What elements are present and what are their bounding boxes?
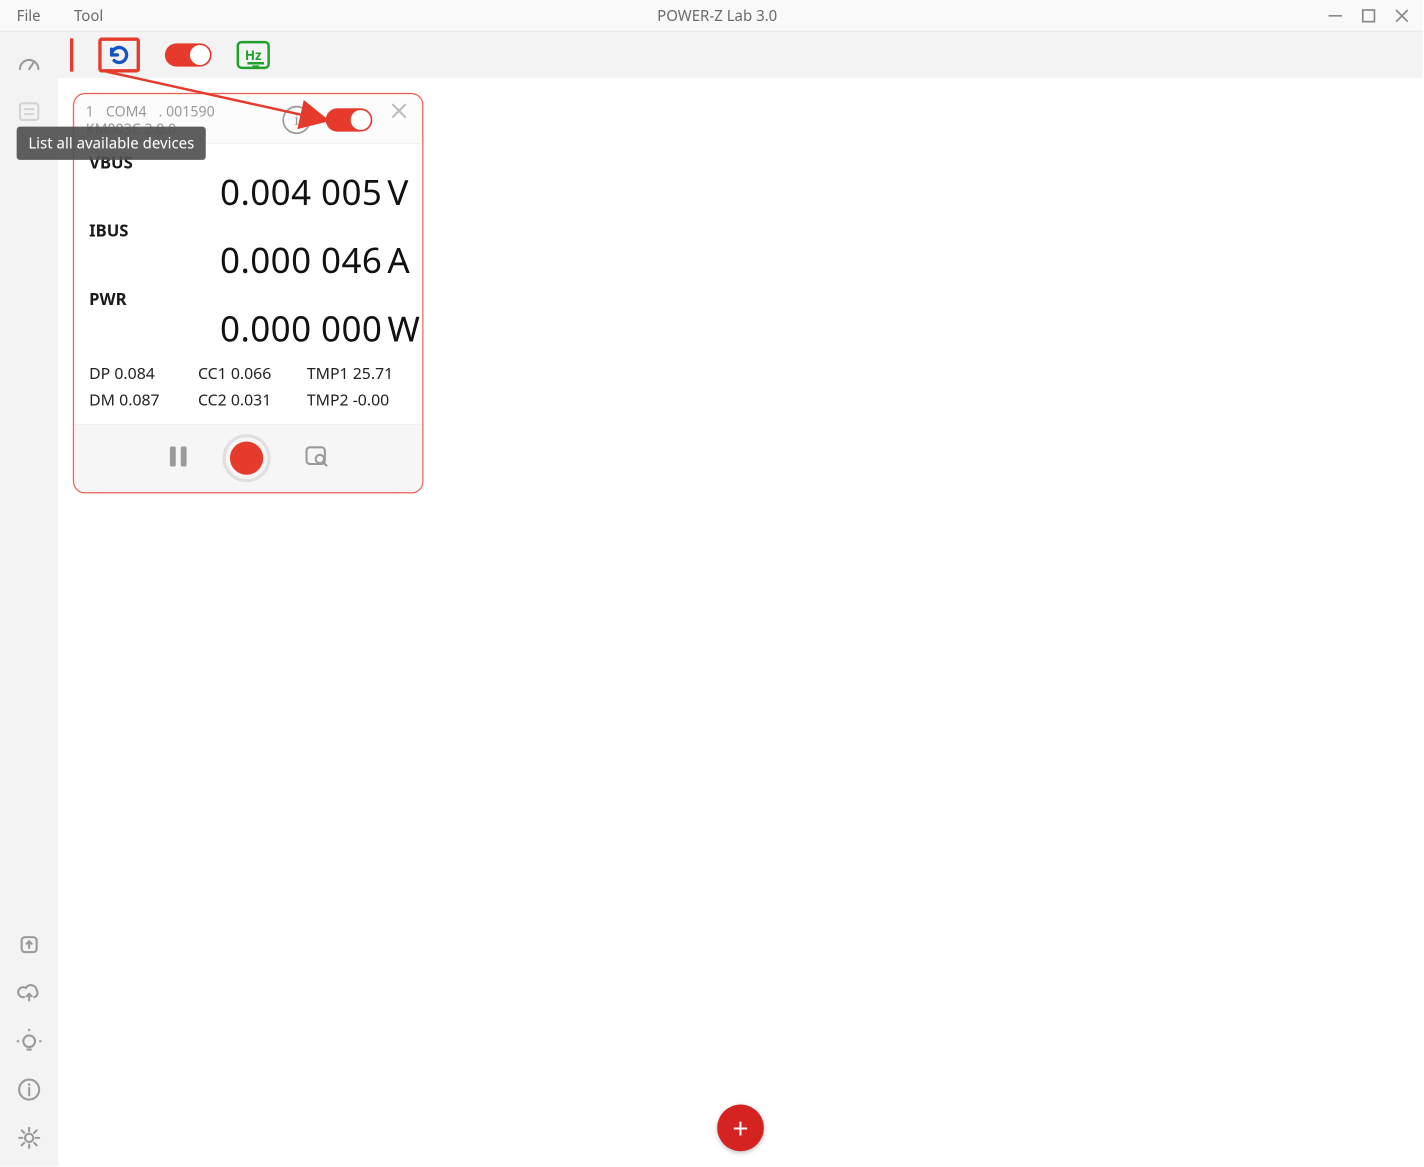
idea-icon[interactable] bbox=[12, 1025, 45, 1058]
cc2-value: CC2 0.031 bbox=[198, 389, 299, 411]
pause-icon[interactable] bbox=[167, 444, 189, 473]
maximize-icon[interactable] bbox=[1359, 6, 1377, 24]
cc1-value: CC1 0.066 bbox=[198, 362, 299, 384]
window-title: POWER-Z Lab 3.0 bbox=[120, 5, 1315, 25]
ibus-value: 0.000 046 bbox=[147, 236, 382, 283]
workspace: 1 COM4 . 001590 KM003C 2.0.0 i VBUS bbox=[58, 78, 1422, 1166]
menu-tool[interactable]: Tool bbox=[57, 0, 120, 31]
add-button[interactable]: + bbox=[717, 1105, 764, 1152]
dashboard-icon[interactable] bbox=[12, 47, 45, 80]
refresh-button[interactable] bbox=[98, 37, 140, 72]
info-icon[interactable] bbox=[12, 1073, 45, 1106]
device-serial: . 001590 bbox=[159, 102, 215, 121]
record-button[interactable] bbox=[222, 434, 270, 482]
pwr-value: 0.000 000 bbox=[147, 304, 382, 351]
global-toggle[interactable] bbox=[165, 43, 212, 66]
plus-icon: + bbox=[732, 1109, 748, 1147]
pwr-label: PWR bbox=[89, 287, 147, 309]
dm-value: DM 0.087 bbox=[89, 389, 190, 411]
vbus-value: 0.004 005 bbox=[147, 168, 382, 215]
cloud-upload-icon[interactable] bbox=[12, 976, 45, 1009]
titlebar: File Tool POWER-Z Lab 3.0 bbox=[0, 0, 1423, 32]
tmp2-value: TMP2 -0.00 bbox=[307, 389, 408, 411]
dp-value: DP 0.084 bbox=[89, 362, 190, 384]
hz-button[interactable]: Hz bbox=[237, 41, 270, 69]
inspect-icon[interactable] bbox=[304, 444, 329, 473]
ibus-unit: A bbox=[382, 236, 407, 283]
list-icon[interactable] bbox=[12, 95, 45, 128]
card-info-icon[interactable]: i bbox=[282, 106, 310, 134]
tooltip: List all available devices bbox=[17, 127, 206, 160]
tmp1-value: TMP1 25.71 bbox=[307, 362, 408, 384]
chip-upload-icon[interactable] bbox=[12, 928, 45, 961]
pwr-unit: W bbox=[382, 304, 407, 351]
card-close-icon[interactable] bbox=[387, 102, 410, 132]
settings-icon[interactable] bbox=[12, 1121, 45, 1154]
vbus-unit: V bbox=[382, 168, 407, 215]
ibus-label: IBUS bbox=[89, 219, 147, 241]
close-icon[interactable] bbox=[1393, 6, 1411, 24]
refresh-icon bbox=[107, 42, 132, 67]
toolbar: Hz bbox=[58, 32, 1422, 79]
sidebar bbox=[0, 32, 58, 1167]
card-toggle[interactable] bbox=[326, 108, 373, 131]
device-port: COM4 bbox=[106, 102, 147, 121]
menu-file[interactable]: File bbox=[0, 0, 57, 31]
minimize-icon[interactable] bbox=[1326, 6, 1344, 24]
device-index: 1 bbox=[86, 102, 94, 121]
